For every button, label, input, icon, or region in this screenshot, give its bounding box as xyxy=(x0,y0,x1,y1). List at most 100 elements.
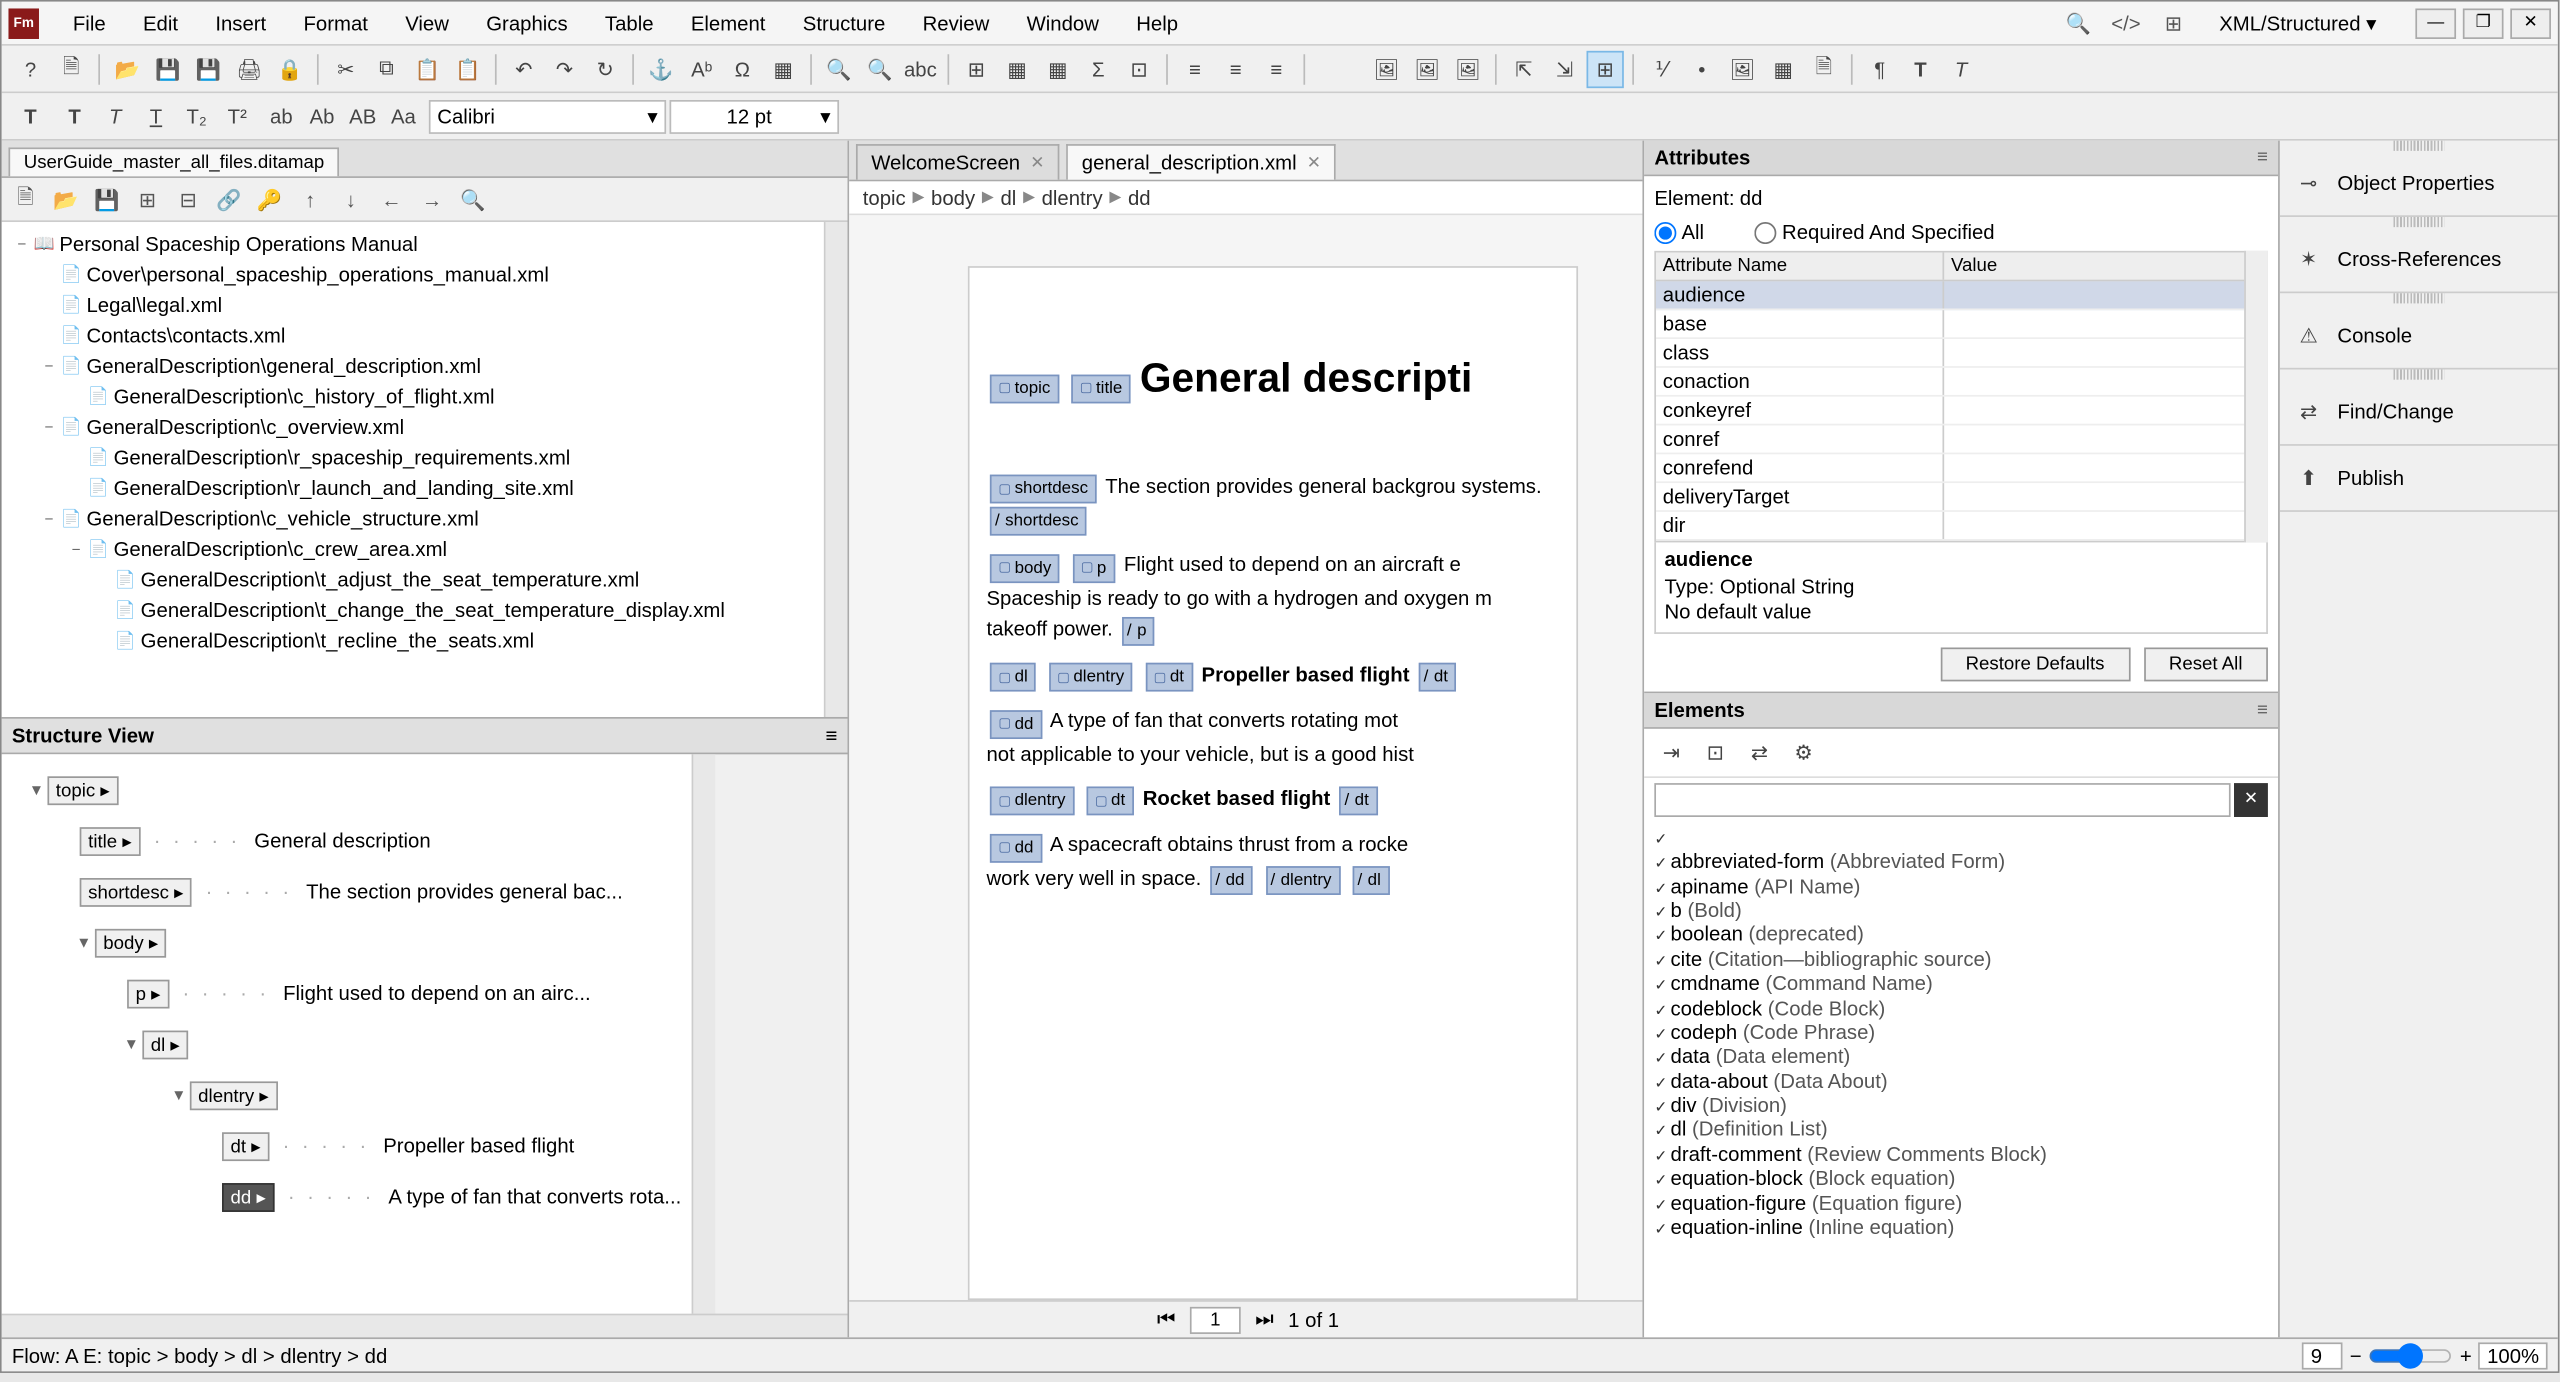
superscript-icon[interactable]: T² xyxy=(219,97,256,134)
structure-row[interactable]: dd ▸· · · · ·A type of fan that converts… xyxy=(12,1171,681,1222)
spellcheck-icon[interactable]: abc xyxy=(902,50,939,87)
attribute-row[interactable]: base xyxy=(1656,310,2266,339)
rm-right-icon[interactable]: → xyxy=(415,182,449,216)
menu-edit[interactable]: Edit xyxy=(126,4,195,41)
dt-text[interactable]: Propeller based flight xyxy=(1202,662,1410,686)
elem-wrap-icon[interactable]: ⊡ xyxy=(1698,735,1732,769)
tree-row[interactable]: Cover\personal_spaceship_operations_manu… xyxy=(5,259,820,290)
menu-format[interactable]: Format xyxy=(287,4,385,41)
zoom-out-icon[interactable]: 🔍 xyxy=(861,50,898,87)
undo-icon[interactable]: ↶ xyxy=(505,50,542,87)
attribute-row[interactable]: conkeyref xyxy=(1656,397,2266,426)
zoom-in-icon[interactable]: + xyxy=(2460,1343,2472,1367)
table-col-icon[interactable]: ▦ xyxy=(1039,50,1076,87)
ditamap-tab[interactable]: UserGuide_master_all_files.ditamap xyxy=(8,147,339,176)
element-list-item[interactable]: ✓data-about (Data About) xyxy=(1654,1069,2268,1093)
italic-icon[interactable]: T xyxy=(97,97,134,134)
element-list-item[interactable]: ✓apiname (API Name) xyxy=(1654,874,2268,898)
view-tags-icon[interactable]: ⊞ xyxy=(1587,50,1624,87)
attribute-row[interactable]: audience xyxy=(1656,281,2266,310)
detach-icon[interactable]: ⇲ xyxy=(1546,50,1583,87)
wrap1-icon[interactable]: 🖼 xyxy=(1368,50,1405,87)
element-list-item[interactable]: ✓ xyxy=(1654,825,2268,849)
next-page-icon[interactable]: ⏭ xyxy=(1251,1306,1278,1333)
structure-row[interactable]: p ▸· · · · ·Flight used to depend on an … xyxy=(12,968,681,1019)
tag-dlentry[interactable]: dlentry xyxy=(990,786,1074,815)
zoom-slider[interactable] xyxy=(2368,1342,2453,1369)
rm-save-icon[interactable]: 💾 xyxy=(90,182,124,216)
repeat-icon[interactable]: ↻ xyxy=(586,50,623,87)
lowercase-icon[interactable]: ab xyxy=(263,97,300,134)
search-icon[interactable]: 🔍 xyxy=(2062,6,2096,40)
tag-topic[interactable]: topic xyxy=(990,374,1059,403)
texttool-icon[interactable]: T xyxy=(12,97,49,134)
tree-row[interactable]: Contacts\contacts.xml xyxy=(5,320,820,351)
dd-text[interactable]: not applicable to your vehicle, but is a… xyxy=(986,742,1413,766)
panel-menu-icon[interactable]: ≡ xyxy=(2257,147,2268,167)
element-list-item[interactable]: ✓cmdname (Command Name) xyxy=(1654,971,2268,995)
zoom-value[interactable]: 100% xyxy=(2479,1342,2548,1369)
paste-special-icon[interactable]: 📋 xyxy=(449,50,486,87)
save-all-icon[interactable]: 💾 xyxy=(190,50,227,87)
elements-list[interactable]: ✓ ✓abbreviated-form (Abbreviated Form)✓a… xyxy=(1644,822,2278,1338)
tag-shortdesc-close[interactable]: shortdesc xyxy=(990,507,1087,536)
tag-dt[interactable]: dt xyxy=(1086,786,1133,815)
element-list-item[interactable]: ✓codeblock (Code Block) xyxy=(1654,996,2268,1020)
attribute-row[interactable]: class xyxy=(1656,339,2266,368)
menu-review[interactable]: Review xyxy=(906,4,1007,41)
tab-welcome[interactable]: WelcomeScreen✕ xyxy=(856,144,1060,180)
menu-table[interactable]: Table xyxy=(588,4,671,41)
textformat-icon[interactable]: T xyxy=(1942,50,1979,87)
structure-row[interactable]: ▼body ▸ xyxy=(12,917,681,968)
elem-change-icon[interactable]: ⇄ xyxy=(1742,735,1776,769)
structure-row[interactable]: title ▸· · · · ·General description xyxy=(12,815,681,866)
note-icon[interactable]: 🗎 xyxy=(1805,50,1842,87)
first-page-icon[interactable]: ⏮ xyxy=(1153,1306,1180,1333)
structure-toggle-icon[interactable]: ⊞ xyxy=(2156,6,2190,40)
menu-structure[interactable]: Structure xyxy=(786,4,902,41)
redo-icon[interactable]: ↷ xyxy=(546,50,583,87)
close-button[interactable]: ✕ xyxy=(2510,8,2551,39)
close-tab-icon[interactable]: ✕ xyxy=(1030,153,1044,172)
tag-dd[interactable]: dd xyxy=(990,833,1042,862)
paste-icon[interactable]: 📋 xyxy=(408,50,445,87)
structview-hscroll[interactable] xyxy=(2,1314,848,1338)
structure-view[interactable]: ▼topic ▸title ▸· · · · ·General descript… xyxy=(2,754,692,1313)
radio-all[interactable]: All xyxy=(1654,220,1704,244)
panel-menu-icon[interactable]: ≡ xyxy=(825,724,837,748)
rm-remove-icon[interactable]: ⊟ xyxy=(171,182,205,216)
smallcaps-icon[interactable]: Aa xyxy=(385,97,422,134)
font-combo[interactable]: Calibri▾ xyxy=(429,99,666,133)
rm-link-icon[interactable]: 🔗 xyxy=(212,182,246,216)
menu-help[interactable]: Help xyxy=(1119,4,1195,41)
menu-window[interactable]: Window xyxy=(1010,4,1116,41)
attributes-header[interactable]: Attributes≡ xyxy=(1644,141,2278,177)
element-list-item[interactable]: ✓data (Data element) xyxy=(1654,1045,2268,1069)
tag-dt-close[interactable]: dt xyxy=(1339,786,1377,815)
structure-row[interactable]: ▼dlentry ▸ xyxy=(12,1070,681,1121)
copy-icon[interactable]: ⧉ xyxy=(368,50,405,87)
table-insert-icon[interactable]: ⊞ xyxy=(958,50,995,87)
open-icon[interactable]: 📂 xyxy=(108,50,145,87)
p-text[interactable]: takeoff power. xyxy=(986,616,1112,640)
structview-scrollbar[interactable] xyxy=(691,754,715,1313)
tree-row[interactable]: GeneralDescription\t_adjust_the_seat_tem… xyxy=(5,564,820,595)
tab-general-description[interactable]: general_description.xml✕ xyxy=(1067,144,1337,180)
minimize-button[interactable]: — xyxy=(2415,8,2456,39)
tag-shortdesc[interactable]: shortdesc xyxy=(990,475,1097,504)
document-page[interactable]: topic title General descripti shortdesc … xyxy=(968,266,1578,1300)
formula-icon[interactable]: Σ xyxy=(1080,50,1117,87)
tree-row[interactable]: −GeneralDescription\general_description.… xyxy=(5,351,820,382)
attributes-table[interactable]: Attribute NameValue audiencebaseclasscon… xyxy=(1654,251,2268,543)
align-center-icon[interactable]: ≡ xyxy=(1217,50,1254,87)
tree-row[interactable]: GeneralDescription\c_history_of_flight.x… xyxy=(5,381,820,412)
menu-element[interactable]: Element xyxy=(674,4,783,41)
tree-row[interactable]: Legal\legal.xml xyxy=(5,290,820,321)
menu-graphics[interactable]: Graphics xyxy=(469,4,584,41)
tag-dt-close[interactable]: dt xyxy=(1419,662,1457,691)
tree-row[interactable]: −GeneralDescription\c_crew_area.xml xyxy=(5,534,820,565)
status-page-input[interactable] xyxy=(2302,1342,2343,1369)
variables-icon[interactable]: ⊡ xyxy=(1120,50,1157,87)
footnote-icon[interactable]: Aᵇ xyxy=(683,50,720,87)
structure-row[interactable]: ▼topic ▸ xyxy=(12,764,681,815)
